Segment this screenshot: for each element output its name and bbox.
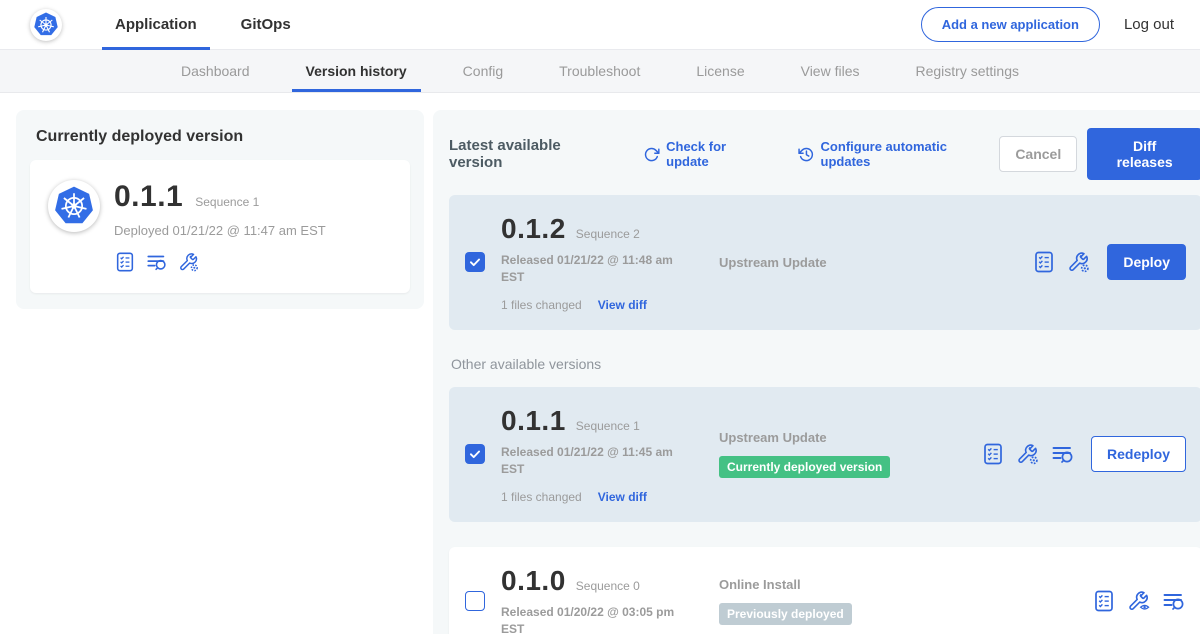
clock-refresh-icon: [798, 146, 815, 163]
release-notes-icon[interactable]: [981, 442, 1005, 466]
version-number: 0.1.0: [501, 565, 566, 597]
refresh-icon: [643, 146, 660, 163]
subtab-config[interactable]: Config: [449, 50, 517, 92]
files-changed-label: 1 files changed: [501, 490, 582, 504]
configure-automatic-updates-label: Configure automatic updates: [821, 139, 1000, 169]
sequence-label: Sequence 1: [576, 419, 640, 433]
main-content: Currently deployed version 0.1.1 Sequenc…: [0, 93, 1200, 634]
deployed-timestamp: Deployed 01/21/22 @ 11:47 am EST: [114, 223, 326, 238]
version-actions: Deploy: [1032, 244, 1186, 280]
check-for-update-label: Check for update: [666, 139, 772, 169]
check-for-update-link[interactable]: Check for update: [643, 139, 771, 169]
version-checkbox[interactable]: [465, 252, 485, 272]
checkmark-icon: [468, 255, 482, 269]
deployed-app-logo: [48, 180, 100, 232]
version-source: Upstream Update: [719, 255, 981, 270]
view-diff-link[interactable]: View diff: [598, 298, 647, 312]
edit-config-icon[interactable]: [178, 251, 200, 273]
edit-config-icon[interactable]: [1016, 442, 1040, 466]
top-nav: Application GitOps Add a new application…: [0, 0, 1200, 50]
source-label: Upstream Update: [719, 255, 981, 270]
top-nav-tabs: Application GitOps: [102, 0, 304, 50]
version-actions: Redeploy: [981, 436, 1186, 472]
source-label: Upstream Update: [719, 430, 981, 445]
deployed-version-card: 0.1.1 Sequence 1 Deployed 01/21/22 @ 11:…: [30, 160, 410, 293]
view-logs-icon[interactable]: [146, 251, 168, 273]
version-info: 0.1.2 Sequence 2 Released 01/21/22 @ 11:…: [501, 213, 719, 312]
currently-deployed-panel: Currently deployed version 0.1.1 Sequenc…: [16, 110, 424, 309]
version-info: 0.1.1 Sequence 1 Released 01/21/22 @ 11:…: [501, 405, 719, 504]
deployed-sequence-label: Sequence 1: [195, 195, 259, 209]
deployed-version-details: 0.1.1 Sequence 1 Deployed 01/21/22 @ 11:…: [114, 180, 326, 273]
released-timestamp: Released 01/20/22 @ 03:05 pm EST: [501, 604, 691, 634]
sequence-label: Sequence 2: [576, 227, 640, 241]
view-logs-icon[interactable]: [1162, 589, 1186, 613]
version-source: Online Install Previously deployed: [719, 577, 981, 625]
source-label: Online Install: [719, 577, 981, 592]
subtab-dashboard[interactable]: Dashboard: [167, 50, 264, 92]
configure-automatic-updates-link[interactable]: Configure automatic updates: [798, 139, 1000, 169]
kubernetes-logo-icon: [53, 185, 95, 227]
previously-deployed-badge: Previously deployed: [719, 603, 852, 625]
released-timestamp: Released 01/21/22 @ 11:48 am EST: [501, 252, 691, 287]
subtab-version-history[interactable]: Version history: [292, 50, 421, 92]
version-row-0-1-2: 0.1.2 Sequence 2 Released 01/21/22 @ 11:…: [449, 195, 1200, 330]
version-row-0-1-1: 0.1.1 Sequence 1 Released 01/21/22 @ 11:…: [449, 387, 1200, 522]
logout-link[interactable]: Log out: [1124, 16, 1174, 33]
available-versions-header: Latest available version Check for updat…: [449, 128, 1200, 180]
view-logs-icon[interactable]: [1051, 442, 1075, 466]
subtab-registry-settings[interactable]: Registry settings: [902, 50, 1033, 92]
deployed-version-number: 0.1.1: [114, 180, 183, 214]
app-logo[interactable]: [30, 9, 62, 41]
release-notes-icon[interactable]: [114, 251, 136, 273]
sequence-label: Sequence 0: [576, 579, 640, 593]
released-timestamp: Released 01/21/22 @ 11:45 am EST: [501, 444, 691, 479]
edit-config-icon[interactable]: [1067, 250, 1091, 274]
currently-deployed-badge: Currently deployed version: [719, 456, 890, 478]
app-sub-nav: Dashboard Version history Config Trouble…: [0, 50, 1200, 93]
checkmark-icon: [468, 447, 482, 461]
release-notes-icon[interactable]: [1092, 589, 1116, 613]
version-checkbox[interactable]: [465, 591, 485, 611]
currently-deployed-title: Currently deployed version: [36, 128, 404, 146]
available-versions-panel: Latest available version Check for updat…: [433, 110, 1200, 634]
redeploy-button[interactable]: Redeploy: [1091, 436, 1186, 472]
files-changed-label: 1 files changed: [501, 298, 582, 312]
version-checkbox[interactable]: [465, 444, 485, 464]
view-config-icon[interactable]: [1127, 589, 1151, 613]
kubernetes-logo-icon: [33, 12, 59, 38]
subtab-troubleshoot[interactable]: Troubleshoot: [545, 50, 654, 92]
version-number: 0.1.2: [501, 213, 566, 245]
tab-gitops[interactable]: GitOps: [228, 0, 304, 50]
tab-application[interactable]: Application: [102, 0, 210, 50]
diff-releases-button[interactable]: Diff releases: [1087, 128, 1200, 180]
latest-available-title: Latest available version: [449, 137, 617, 171]
version-number: 0.1.1: [501, 405, 566, 437]
version-actions: [1092, 589, 1186, 613]
add-new-application-button[interactable]: Add a new application: [921, 7, 1100, 42]
release-notes-icon[interactable]: [1032, 250, 1056, 274]
subtab-view-files[interactable]: View files: [787, 50, 874, 92]
view-diff-link[interactable]: View diff: [598, 490, 647, 504]
card-gap: [449, 522, 1200, 547]
version-row-0-1-0: 0.1.0 Sequence 0 Released 01/20/22 @ 03:…: [449, 547, 1200, 634]
subtab-license[interactable]: License: [682, 50, 758, 92]
cancel-button[interactable]: Cancel: [999, 136, 1077, 172]
version-info: 0.1.0 Sequence 0 Released 01/20/22 @ 03:…: [501, 565, 719, 634]
deploy-button[interactable]: Deploy: [1107, 244, 1186, 280]
version-source: Upstream Update Currently deployed versi…: [719, 430, 981, 478]
other-available-versions-title: Other available versions: [451, 356, 1200, 372]
